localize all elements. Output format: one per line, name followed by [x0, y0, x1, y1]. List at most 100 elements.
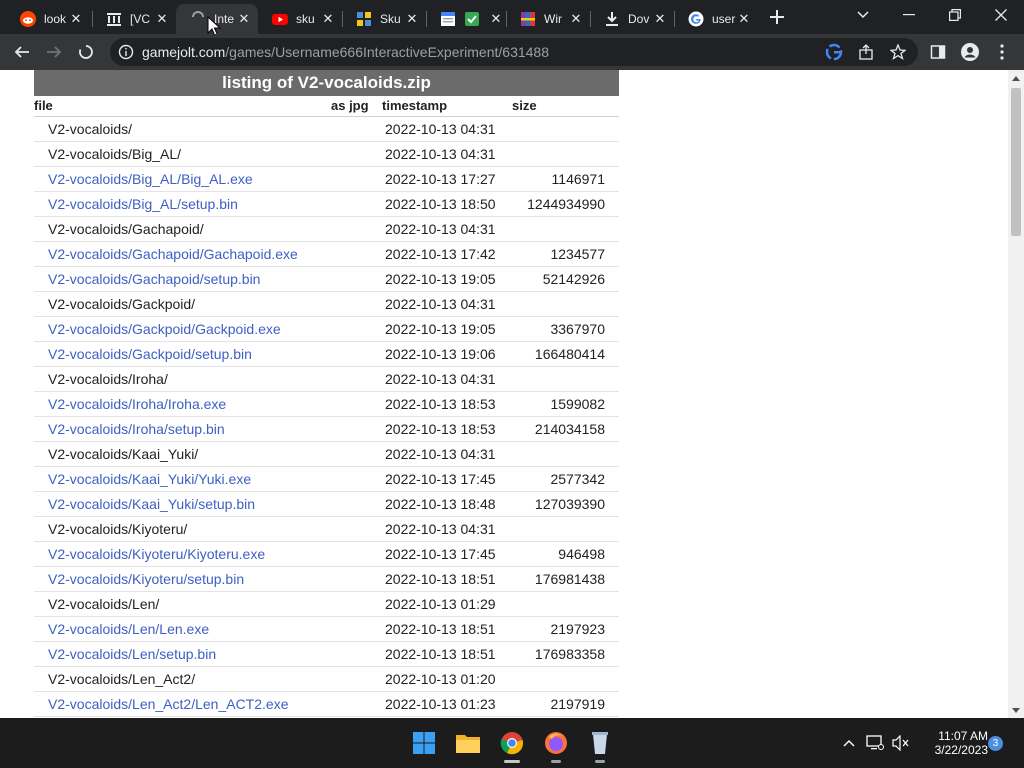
speaker-muted-icon [892, 735, 909, 751]
network-button[interactable] [866, 734, 884, 752]
stop-loading-button[interactable] [72, 38, 100, 66]
notification-badge[interactable]: 3 [988, 736, 1003, 751]
start-button[interactable] [408, 727, 440, 759]
close-tab-icon[interactable]: ✕ [568, 11, 584, 27]
scrollbar-thumb[interactable] [1011, 88, 1021, 236]
volume-button[interactable] [892, 734, 910, 752]
table-row: V2-vocaloids/Kiyoteru/Kiyoteru.exe 2022-1… [34, 542, 619, 567]
file-link[interactable]: V2-vocaloids/Big_AL/setup.bin [48, 196, 238, 212]
table-row: V2-vocaloids/Iroha/setup.bin 2022-10-13 1… [34, 417, 619, 442]
tab-winrar[interactable]: Wir ✕ [506, 4, 590, 34]
file-link[interactable]: V2-vocaloids/Kaai_Yuki/Yuki.exe [48, 471, 251, 487]
new-tab-button[interactable] [764, 5, 790, 29]
file-timestamp: 2022-10-13 19:05 [385, 321, 496, 337]
file-link[interactable]: V2-vocaloids/Gachapoid/Gachapoid.exe [48, 246, 298, 262]
tab-download[interactable]: Dov ✕ [590, 4, 674, 34]
close-window-button[interactable] [978, 0, 1024, 30]
arrow-right-icon [47, 46, 62, 58]
tab-archive[interactable]: [VC ✕ [92, 4, 176, 34]
open-app-indicator [595, 760, 605, 763]
restore-button[interactable] [932, 0, 978, 30]
tab-title: look [44, 12, 67, 26]
tab-wiki[interactable]: Sku ✕ [342, 4, 426, 34]
minimize-button[interactable] [886, 0, 932, 30]
file-link[interactable]: V2-vocaloids/Iroha/Iroha.exe [48, 396, 226, 412]
scroll-down-arrow-icon[interactable] [1012, 708, 1020, 713]
table-row: V2-vocaloids/Gachapoid/2022-10-13 04:31 [34, 217, 619, 242]
table-row: V2-vocaloids/Big_AL/2022-10-13 04:31 [34, 142, 619, 167]
profile-icon [961, 43, 979, 61]
file-link[interactable]: V2-vocaloids/Len/setup.bin [48, 646, 216, 662]
share-icon[interactable] [856, 42, 876, 62]
file-link[interactable]: V2-vocaloids/Len_Act2/Len_ACT2.exe [48, 696, 288, 712]
tab-youtube[interactable]: sku ✕ [258, 4, 342, 34]
bookmark-star-icon[interactable] [888, 42, 908, 62]
tab-reddit[interactable]: look ✕ [6, 4, 90, 34]
menu-button[interactable] [988, 38, 1016, 66]
table-row: V2-vocaloids/Kaai_Yuki/2022-10-13 04:31 [34, 442, 619, 467]
close-tab-icon[interactable]: ✕ [236, 11, 252, 27]
file-link[interactable]: V2-vocaloids/Gachapoid/setup.bin [48, 271, 260, 287]
address-bar[interactable]: gamejolt.com/games/Username666Interactiv… [110, 38, 918, 66]
file-link[interactable]: V2-vocaloids/Big_AL/Big_AL.exe [48, 171, 253, 187]
file-link[interactable]: V2-vocaloids/Kiyoteru/setup.bin [48, 571, 244, 587]
google-lens-icon[interactable] [824, 42, 844, 62]
table-row: V2-vocaloids/Len_Act2/2022-10-13 01:20 [34, 667, 619, 692]
file-timestamp: 2022-10-13 18:51 [385, 571, 496, 587]
page-viewport: listing of V2-vocaloids.zip file as jpg … [0, 70, 1008, 718]
header-size: size [512, 98, 537, 113]
file-timestamp: 2022-10-13 17:27 [385, 171, 496, 187]
file-link[interactable]: V2-vocaloids/Len/Len.exe [48, 621, 209, 637]
close-tab-icon[interactable]: ✕ [320, 11, 336, 27]
back-button[interactable] [8, 38, 36, 66]
zip-listing: listing of V2-vocaloids.zip file as jpg … [34, 70, 619, 717]
file-timestamp: 2022-10-13 17:45 [385, 546, 496, 562]
info-icon[interactable] [116, 42, 136, 62]
file-link[interactable]: V2-vocaloids/Kaai_Yuki/setup.bin [48, 496, 255, 512]
file-size: 214034158 [534, 421, 605, 437]
file-link[interactable]: V2-vocaloids/Gackpoid/setup.bin [48, 346, 252, 362]
file-size: 1599082 [550, 396, 605, 412]
tab-title: usernan [712, 12, 736, 26]
folder-name: V2-vocaloids/Kaai_Yuki/ [48, 446, 199, 462]
file-link[interactable]: V2-vocaloids/Gackpoid/Gackpoid.exe [48, 321, 281, 337]
google-icon [688, 11, 704, 27]
close-tab-icon[interactable]: ✕ [154, 11, 170, 27]
file-timestamp: 2022-10-13 18:51 [385, 621, 496, 637]
forward-button[interactable] [40, 38, 68, 66]
firefox-taskbar-button[interactable] [540, 727, 572, 763]
file-size: 2577342 [550, 471, 605, 487]
close-tab-icon[interactable]: ✕ [404, 11, 420, 27]
more-vertical-icon [1000, 44, 1004, 60]
file-size: 1244934990 [527, 196, 605, 212]
table-row: V2-vocaloids/Kiyoteru/setup.bin 2022-10-1… [34, 567, 619, 592]
close-tab-icon[interactable]: ✕ [68, 11, 84, 27]
listing-header: file as jpg timestamp size [34, 96, 619, 117]
file-link[interactable]: V2-vocaloids/Kiyoteru/Kiyoteru.exe [48, 546, 265, 562]
scroll-up-arrow-icon[interactable] [1012, 76, 1020, 81]
winrar-icon [520, 11, 536, 27]
browser-toolbar: gamejolt.com/games/Username666Interactiv… [0, 34, 1024, 70]
side-panel-button[interactable] [924, 38, 952, 66]
close-tab-icon[interactable]: ✕ [652, 11, 668, 27]
tab-docs[interactable]: ✕ [426, 4, 506, 34]
loading-spinner-icon [79, 45, 93, 59]
app-taskbar-button[interactable] [584, 727, 616, 763]
file-link[interactable]: V2-vocaloids/Iroha/setup.bin [48, 421, 225, 437]
file-timestamp: 2022-10-13 04:31 [385, 296, 496, 312]
page-scrollbar[interactable] [1008, 70, 1024, 718]
file-timestamp: 2022-10-13 17:45 [385, 471, 496, 487]
url-path: /games/Username666InteractiveExperiment/… [225, 44, 550, 60]
close-tab-icon[interactable]: ✕ [736, 11, 752, 27]
tab-google[interactable]: usernan ✕ [674, 4, 758, 34]
file-explorer-button[interactable] [452, 727, 484, 759]
system-clock[interactable]: 11:07 AM 3/22/2023 [912, 729, 988, 757]
file-timestamp: 2022-10-13 01:29 [385, 596, 496, 612]
tab-search-button[interactable] [840, 0, 886, 30]
chrome-taskbar-button[interactable] [496, 727, 528, 763]
table-row: V2-vocaloids/Big_AL/setup.bin 2022-10-13 … [34, 192, 619, 217]
show-hidden-icons-button[interactable] [840, 734, 858, 752]
file-timestamp: 2022-10-13 04:31 [385, 221, 496, 237]
close-tab-icon[interactable]: ✕ [488, 11, 504, 27]
profile-button[interactable] [956, 38, 984, 66]
